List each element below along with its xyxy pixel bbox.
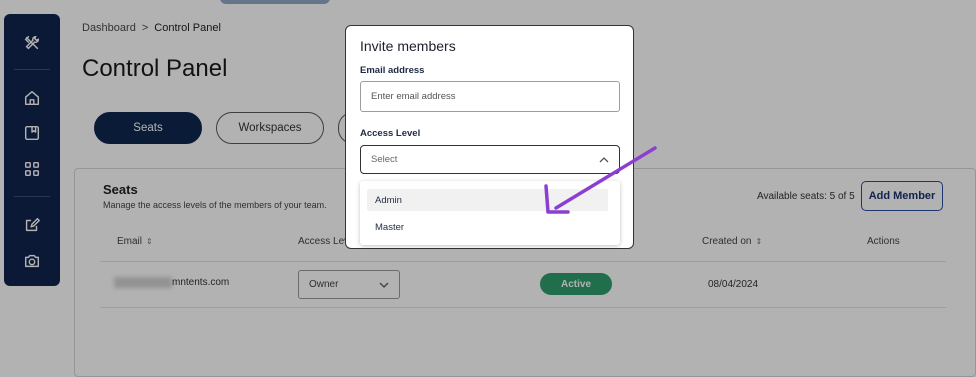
option-master[interactable]: Master [367, 216, 608, 238]
access-level-select[interactable]: Select [360, 145, 620, 174]
access-level-label: Access Level [360, 128, 421, 139]
access-level-placeholder: Select [371, 154, 398, 165]
chevron-up-icon [599, 156, 609, 162]
access-level-dropdown: Admin Master [360, 181, 620, 245]
option-admin[interactable]: Admin [367, 189, 608, 211]
modal-title: Invite members [360, 38, 456, 54]
invite-members-modal: Invite members Email address Access Leve… [345, 25, 634, 249]
email-label: Email address [360, 65, 425, 76]
email-field[interactable] [360, 81, 620, 112]
